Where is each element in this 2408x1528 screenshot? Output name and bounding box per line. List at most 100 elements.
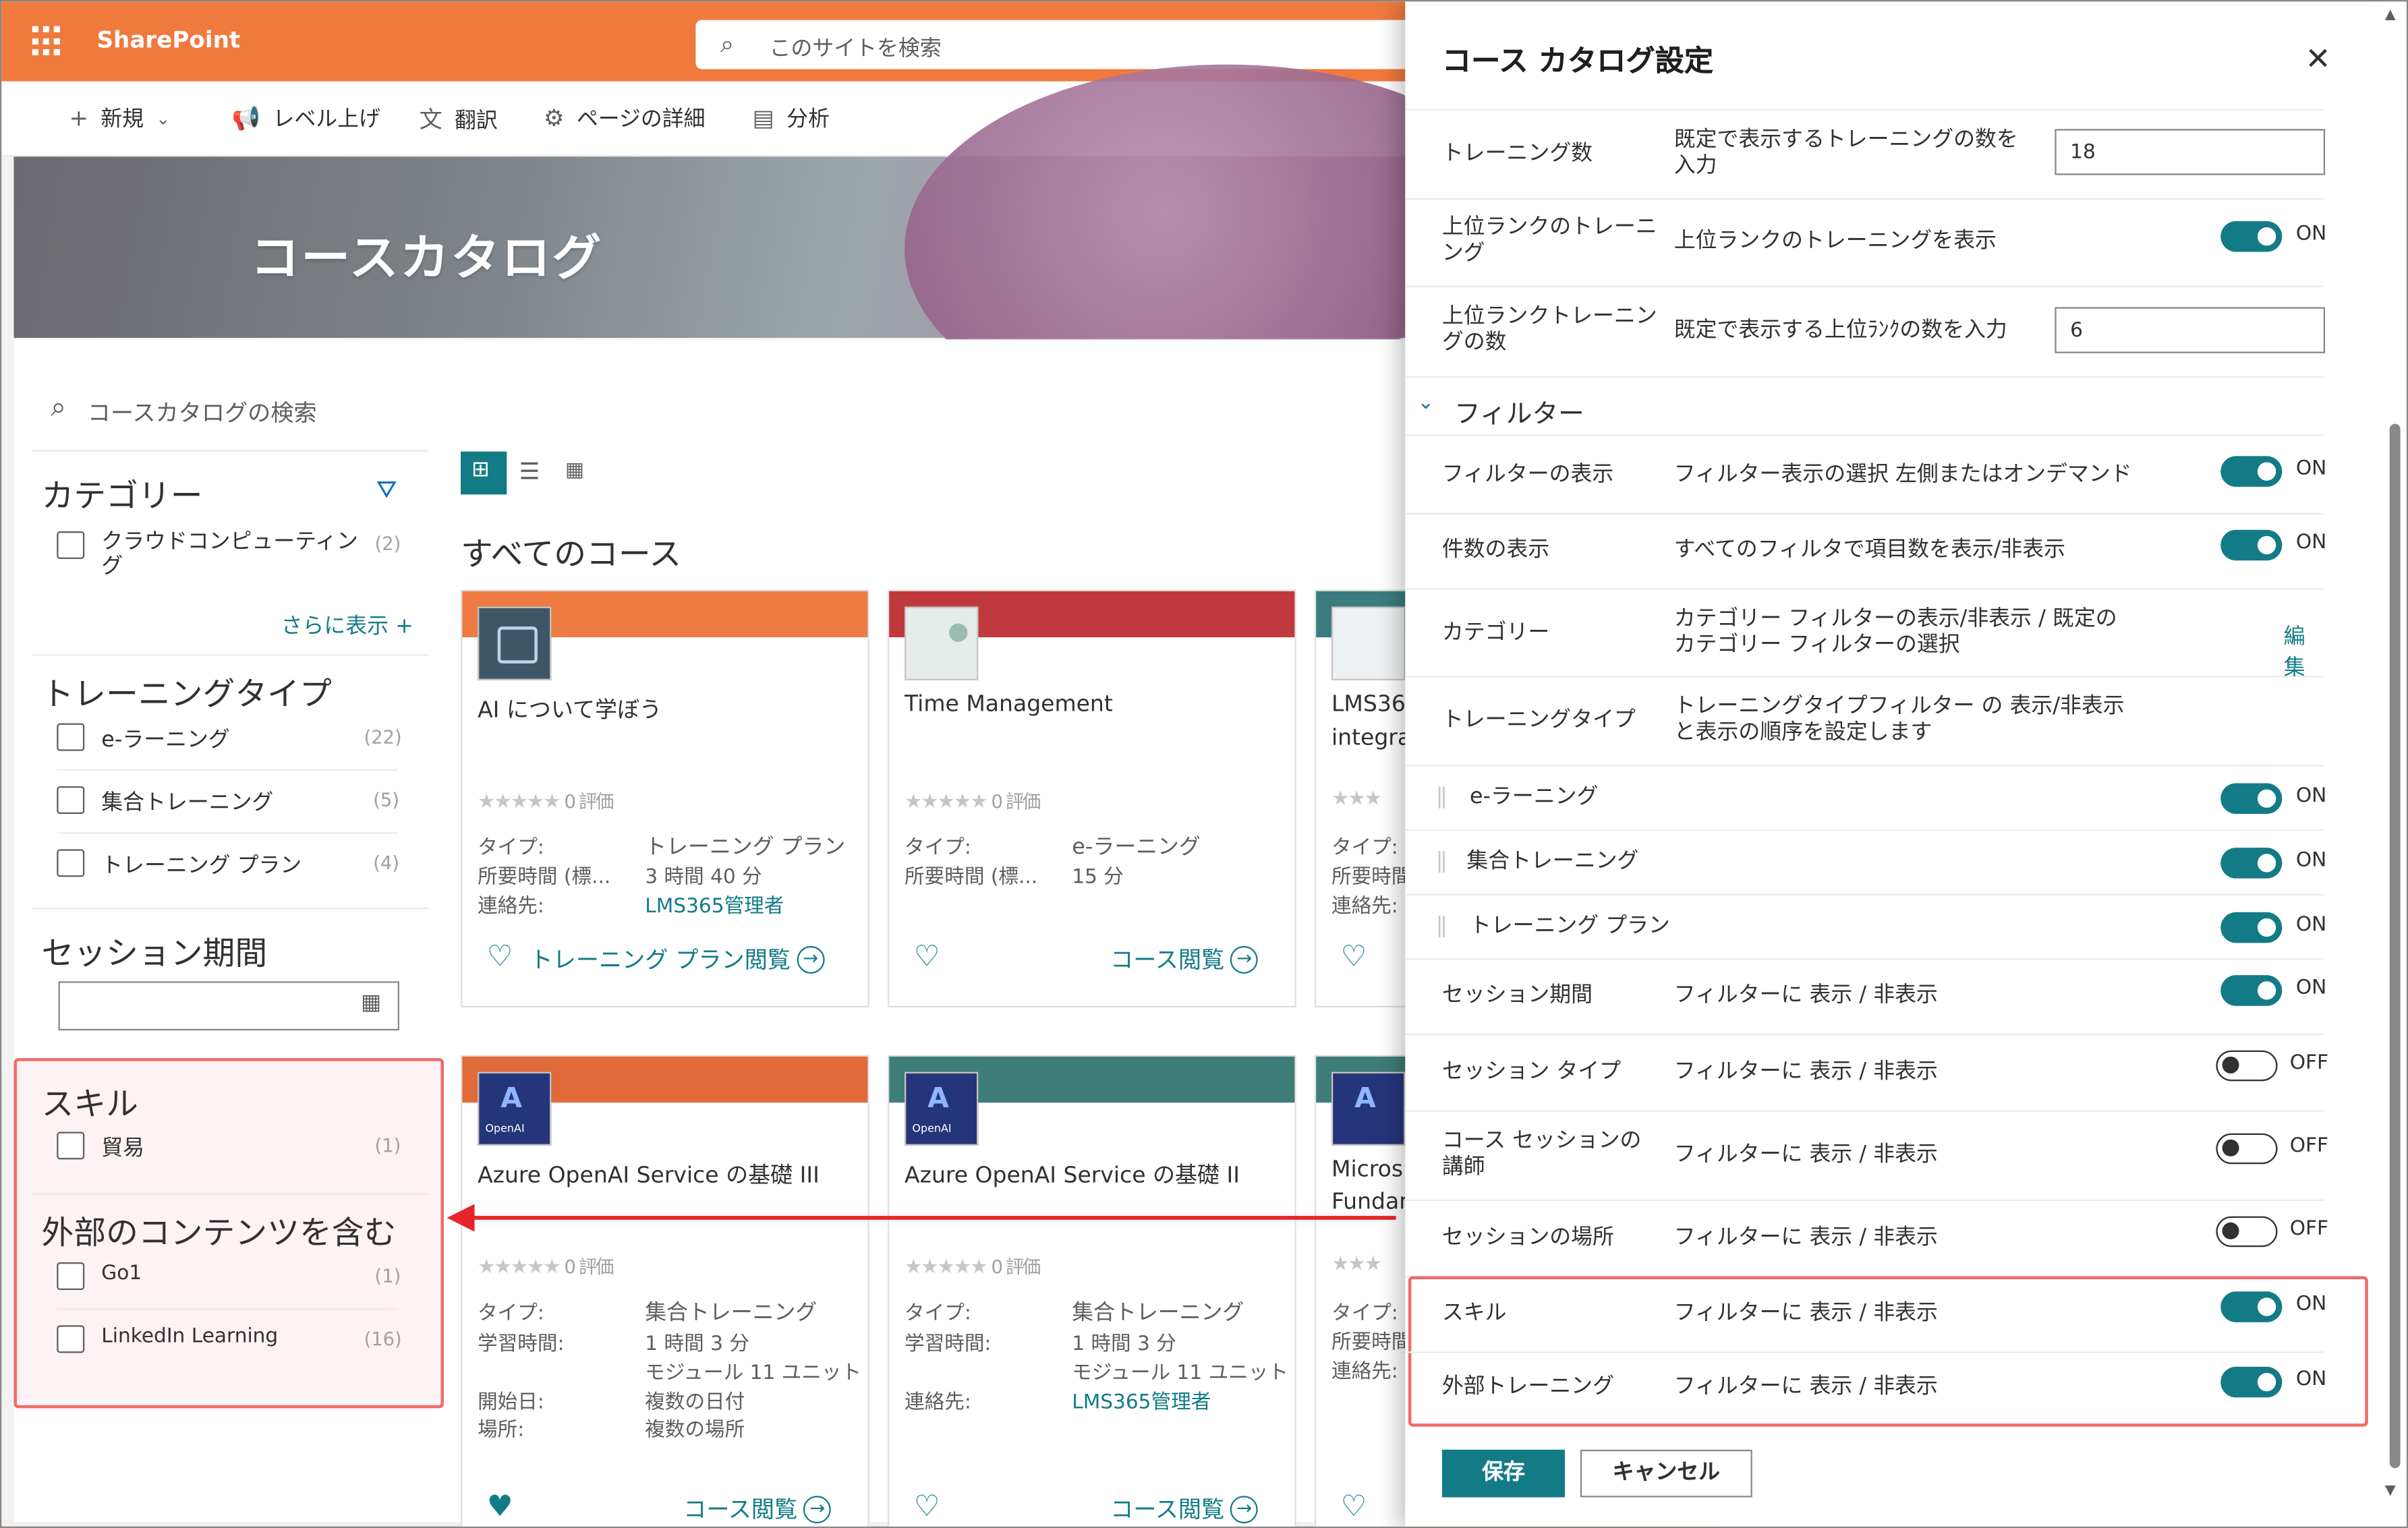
course-title[interactable]: Time Management bbox=[905, 693, 1113, 717]
course-card[interactable]: Time Management ★★★★★ 0 評価 タイプ: e-ラーニング … bbox=[887, 589, 1296, 1007]
category-label: クラウドコンピューティング bbox=[101, 529, 358, 579]
setting-row-sub-plan[interactable]: || トレーニング プラン ON bbox=[1405, 893, 2327, 960]
drag-handle-icon[interactable]: || bbox=[1436, 914, 1447, 938]
setting-label: e-ラーニング bbox=[1469, 784, 1599, 810]
scroll-thumb[interactable] bbox=[2389, 423, 2401, 1469]
course-card[interactable]: A OpenAI Azure OpenAI Service の基礎 III ★★… bbox=[461, 1055, 869, 1527]
training-plan-toggle[interactable] bbox=[2220, 912, 2283, 943]
checkbox[interactable] bbox=[57, 1262, 85, 1291]
setting-label: 外部トレーニング bbox=[1441, 1374, 1614, 1399]
view-plan-link[interactable]: トレーニング プラン閲覧 → bbox=[529, 943, 825, 975]
show-more-link[interactable]: さらに表示 + bbox=[281, 610, 413, 641]
checkbox[interactable] bbox=[57, 1132, 85, 1160]
list-view-icon[interactable]: ☰ bbox=[519, 458, 540, 486]
duration-key: 所要時間 (標... bbox=[905, 866, 1038, 889]
checkbox[interactable] bbox=[57, 723, 85, 751]
filter-icon[interactable]: ⛛ bbox=[376, 475, 397, 506]
course-title[interactable]: LMS36 bbox=[1331, 693, 1406, 717]
category-edit-link[interactable]: 編集 bbox=[2284, 620, 2324, 682]
view-course-label: コース閲覧 bbox=[1110, 1496, 1225, 1524]
analytics-button[interactable]: ▤ 分析 bbox=[753, 103, 830, 134]
analytics-label: 分析 bbox=[786, 107, 830, 132]
favorite-heart-filled-icon[interactable]: ♥ bbox=[487, 1490, 513, 1523]
contact-link[interactable]: LMS365管理者 bbox=[1072, 1385, 1211, 1414]
skills-toggle[interactable] bbox=[2220, 1291, 2283, 1322]
external-training-toggle[interactable] bbox=[2220, 1366, 2283, 1398]
app-launcher-icon[interactable] bbox=[29, 23, 66, 60]
favorite-heart-icon[interactable]: ♡ bbox=[487, 940, 513, 974]
toggle-state: ON bbox=[2295, 1293, 2327, 1316]
favorite-heart-icon[interactable]: ♡ bbox=[1341, 940, 1367, 974]
scroll-up-icon[interactable]: ▲ bbox=[2385, 7, 2396, 23]
favorite-heart-icon[interactable]: ♡ bbox=[914, 940, 940, 974]
brand-name[interactable]: SharePoint bbox=[96, 26, 240, 54]
divider bbox=[57, 1308, 398, 1310]
drag-handle-icon[interactable]: || bbox=[1436, 849, 1447, 873]
calendar-view-icon[interactable]: ▦ bbox=[565, 459, 584, 482]
save-button[interactable]: 保存 bbox=[1441, 1449, 1566, 1498]
checkbox[interactable] bbox=[57, 786, 85, 815]
date-picker-input[interactable]: ▦ bbox=[58, 981, 399, 1031]
drag-handle-icon[interactable]: || bbox=[1436, 785, 1447, 809]
view-course-link[interactable]: コース閲覧 → bbox=[683, 1493, 832, 1525]
checkbox[interactable] bbox=[57, 1325, 85, 1353]
start-date-key: 開始日: bbox=[478, 1391, 544, 1415]
session-period-toggle[interactable] bbox=[2220, 975, 2283, 1006]
new-button[interactable]: + 新規 ⌄ bbox=[69, 103, 170, 134]
favorite-heart-icon[interactable]: ♡ bbox=[914, 1490, 940, 1523]
catalog-search-input[interactable]: コースカタログの検索 bbox=[88, 396, 317, 429]
category-count: (2) bbox=[374, 533, 401, 555]
close-icon[interactable]: ✕ bbox=[2305, 40, 2330, 77]
view-course-link[interactable]: コース閲覧 → bbox=[1110, 943, 1259, 975]
location-toggle[interactable] bbox=[2216, 1216, 2278, 1247]
group-training-toggle[interactable] bbox=[2220, 848, 2283, 879]
setting-desc: フィルターに 表示 / 非表示 bbox=[1673, 1374, 1938, 1399]
training-type-label: e-ラーニング bbox=[101, 728, 230, 753]
level-up-button[interactable]: 📢 レベル上げ bbox=[232, 103, 380, 134]
setting-row-sub-elearning[interactable]: || e-ラーニング ON bbox=[1405, 765, 2326, 831]
toggle-state: ON bbox=[2295, 914, 2327, 937]
scroll-down-icon[interactable]: ▼ bbox=[2385, 1483, 2396, 1499]
megaphone-icon: 📢 bbox=[231, 104, 261, 132]
setting-row-sub-group[interactable]: || 集合トレーニング ON bbox=[1405, 829, 2326, 895]
course-title[interactable]: Azure OpenAI Service の基礎 III bbox=[478, 1158, 820, 1190]
chevron-down-icon[interactable]: ⌄ bbox=[1417, 392, 1434, 415]
favorite-heart-icon[interactable]: ♡ bbox=[1341, 1490, 1367, 1523]
cancel-button[interactable]: キャンセル bbox=[1580, 1449, 1752, 1498]
course-card[interactable]: A OpenAI Azure OpenAI Service の基礎 II ★★★… bbox=[887, 1055, 1296, 1527]
filter-section-heading[interactable]: フィルター bbox=[1454, 392, 1584, 430]
course-card[interactable]: AI について学ぼう ★★★★★ 0 評価 タイプ: トレーニング プラン 所要… bbox=[461, 589, 869, 1007]
checkbox[interactable] bbox=[57, 849, 85, 877]
contact-link[interactable]: LMS365管理者 bbox=[645, 889, 784, 918]
setting-desc: 既定で表示する上位ﾗﾝｸの数を入力 bbox=[1673, 318, 2007, 343]
setting-desc: カテゴリー フィルターの表示/非表示 / 既定の カテゴリー フィルターの選択 bbox=[1674, 607, 2117, 659]
course-title[interactable]: Azure OpenAI Service の基礎 II bbox=[905, 1158, 1240, 1190]
settings-scrollbar[interactable]: ▲ ▼ bbox=[2377, 1, 2407, 1527]
translate-button[interactable]: 文 翻訳 bbox=[420, 103, 498, 136]
type-key: タイプ: bbox=[1331, 837, 1398, 860]
view-course-link[interactable]: コース閲覧 → bbox=[1110, 1493, 1259, 1525]
training-count-input[interactable]: 18 bbox=[2055, 129, 2326, 175]
grid-view-button[interactable]: ⊞ bbox=[461, 451, 507, 495]
chevron-down-icon: ⌄ bbox=[156, 108, 171, 129]
instructor-toggle[interactable] bbox=[2216, 1133, 2278, 1165]
checkbox[interactable] bbox=[57, 531, 85, 559]
session-type-toggle[interactable] bbox=[2216, 1050, 2278, 1082]
elearning-toggle[interactable] bbox=[2220, 783, 2283, 815]
annotation-arrow bbox=[447, 1204, 1396, 1232]
site-search-box[interactable]: ⌕ このサイトを検索 bbox=[695, 20, 1418, 69]
setting-label: 集合トレーニング bbox=[1466, 849, 1639, 874]
course-title[interactable]: Micros bbox=[1331, 1158, 1403, 1182]
setting-desc: フィルターに 表示 / 非表示 bbox=[1673, 1059, 1938, 1084]
azure-logo-icon: A bbox=[927, 1082, 949, 1115]
course-title[interactable]: AI について学ぼう bbox=[478, 693, 662, 725]
top-ranked-toggle[interactable] bbox=[2220, 221, 2283, 252]
top-ranked-count-input[interactable]: 6 bbox=[2055, 307, 2326, 353]
page-details-button[interactable]: ⚙ ページの詳細 bbox=[544, 103, 705, 134]
study-time-value: 1 時間 3 分 bbox=[645, 1332, 749, 1356]
count-display-toggle[interactable] bbox=[2220, 529, 2283, 561]
setting-row-session-period: セッション期間 フィルターに 表示 / 非表示 ON bbox=[1405, 958, 2326, 1035]
desc-line2: と表示の順序を設定します bbox=[1673, 720, 1932, 745]
type-value: e-ラーニング bbox=[1072, 835, 1201, 860]
filter-display-toggle[interactable] bbox=[2220, 456, 2283, 487]
